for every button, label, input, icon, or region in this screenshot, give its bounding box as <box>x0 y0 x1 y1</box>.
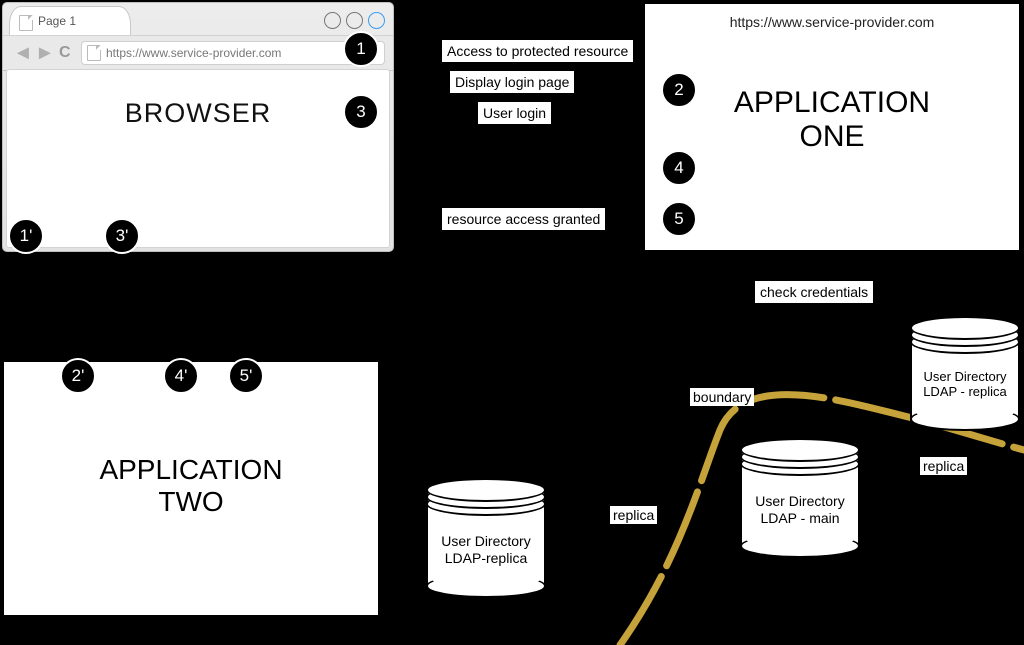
boundary-label: boundary <box>690 388 754 406</box>
app-two-title-1: APPLICATION <box>4 454 378 486</box>
msg-user-login: User login <box>478 102 551 124</box>
browser-viewport: BROWSER <box>6 69 390 248</box>
address-bar[interactable]: https://www.service-provider.com <box>81 41 385 65</box>
step-3: 3 <box>343 94 379 130</box>
window-button-2[interactable] <box>346 12 363 29</box>
ldap-replica-right: User DirectoryLDAP - replica <box>910 316 1020 431</box>
browser-window: Page 1 ◄ ► C https://www.service-provide… <box>2 2 394 252</box>
window-button-3[interactable] <box>368 12 385 29</box>
ldap-replica-left-l1: User Directory <box>441 533 530 549</box>
window-button-1[interactable] <box>324 12 341 29</box>
ldap-main-l2: LDAP - main <box>760 510 839 526</box>
reload-icon[interactable]: C <box>59 44 71 62</box>
application-one: https://www.service-provider.com APPLICA… <box>643 2 1021 252</box>
ldap-main-l1: User Directory <box>755 493 844 509</box>
replica-label-left: replica <box>610 506 657 524</box>
ldap-replica-right-l1: User Directory <box>923 369 1006 384</box>
msg-granted: resource access granted <box>442 208 605 230</box>
msg-display-login: Display login page <box>450 71 574 93</box>
step-5p: 5' <box>228 358 264 394</box>
ldap-main: User DirectoryLDAP - main <box>740 438 860 558</box>
step-2p: 2' <box>60 358 96 394</box>
app-two-title-2: TWO <box>4 486 378 518</box>
step-4: 4 <box>661 150 697 186</box>
forward-icon[interactable]: ► <box>35 46 55 60</box>
browser-tabbar: Page 1 <box>3 6 393 36</box>
step-4p: 4' <box>163 358 199 394</box>
address-text: https://www.service-provider.com <box>106 46 281 60</box>
ldap-replica-right-l2: LDAP - replica <box>923 384 1007 399</box>
replica-label-right: replica <box>920 457 967 475</box>
ldap-replica-left: User DirectoryLDAP-replica <box>426 478 546 598</box>
step-1: 1 <box>343 31 379 67</box>
step-1p: 1' <box>8 218 44 254</box>
page-icon <box>87 45 101 61</box>
browser-title: BROWSER <box>7 98 389 129</box>
step-3p: 3' <box>104 218 140 254</box>
msg-check: check credentials <box>755 281 873 303</box>
step-5: 5 <box>661 201 697 237</box>
app-one-title-2: ONE <box>645 120 1019 154</box>
browser-toolbar: ◄ ► C https://www.service-provider.com <box>3 35 393 71</box>
ldap-replica-left-l2: LDAP-replica <box>445 550 527 566</box>
application-two: APPLICATION TWO <box>2 360 380 617</box>
app-one-title-1: APPLICATION <box>645 86 1019 120</box>
tab-title: Page 1 <box>38 14 76 28</box>
app-one-url: https://www.service-provider.com <box>645 14 1019 30</box>
back-icon[interactable]: ◄ <box>13 46 33 60</box>
page-icon <box>19 15 33 31</box>
browser-tab[interactable]: Page 1 <box>9 6 131 35</box>
msg-access: Access to protected resource <box>442 40 633 62</box>
step-2: 2 <box>661 72 697 108</box>
